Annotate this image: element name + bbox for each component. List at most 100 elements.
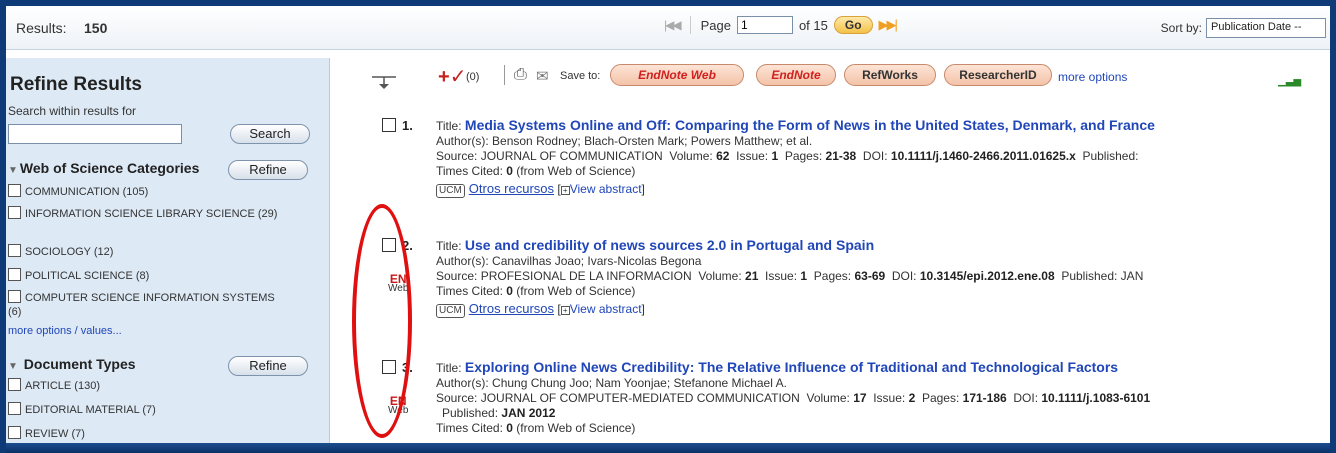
email-icon[interactable]: ✉	[536, 67, 549, 85]
next-page-icon[interactable]: ▶▶|	[879, 17, 898, 33]
results-topbar: Results: 150 |◀◀ Page of 15 Go ▶▶| Sort …	[6, 6, 1330, 50]
record-times-cited: Times Cited: 0 (from Web of Science)	[436, 421, 1336, 436]
doi-label: DOI:	[1013, 391, 1039, 405]
volume-label: Volume:	[806, 391, 850, 405]
pages-label: Pages:	[784, 149, 823, 163]
published-label: Published:	[442, 406, 499, 420]
facet-checkbox[interactable]	[8, 244, 21, 257]
go-button[interactable]: Go	[833, 16, 873, 34]
ucm-icon[interactable]: UCM	[436, 304, 465, 318]
facet-item-label: COMPUTER SCIENCE INFORMATION SYSTEMS (6)	[8, 292, 275, 318]
sort-select[interactable]: Publication Date --	[1206, 18, 1326, 38]
analyze-results-icon[interactable]: ▁▃▅	[1278, 76, 1301, 87]
results-toolbar: +✓ (0) ⎙ ✉ Save to: EndNote Web EndNote …	[370, 62, 1328, 90]
otros-recursos-link[interactable]: Otros recursos	[469, 301, 554, 316]
search-button[interactable]: Search	[230, 124, 310, 144]
save-to-label: Save to:	[560, 70, 601, 82]
facet-item[interactable]: ARTICLE (130)	[8, 378, 308, 393]
results-label: Results:	[16, 20, 67, 36]
pages-value: 63-69	[854, 269, 886, 283]
expand-triangle-icon: ▼	[8, 361, 18, 372]
doi-label: DOI:	[862, 149, 888, 163]
source-value: JOURNAL OF COMMUNICATION	[480, 149, 663, 163]
search-within-input[interactable]	[8, 124, 182, 144]
first-page-icon[interactable]: |◀◀	[664, 18, 682, 32]
facet-item[interactable]: COMPUTER SCIENCE INFORMATION SYSTEMS (6)	[8, 290, 278, 319]
record-title-line: Title: Use and credibility of news sourc…	[436, 238, 1336, 254]
expand-plus-icon[interactable]: +	[560, 186, 570, 195]
record-authors: Author(s): Canavilhas Joao; Ivars-Nicola…	[436, 254, 1336, 269]
facet-checkbox[interactable]	[8, 426, 21, 439]
refine-categories-button[interactable]: Refine	[228, 160, 308, 180]
facet-item[interactable]: COMMUNICATION (105)	[8, 184, 308, 199]
facet-checkbox[interactable]	[8, 378, 21, 391]
published-label: Published: JAN	[1061, 269, 1144, 283]
record-number: 1.	[402, 118, 413, 133]
record-title-line: Title: Exploring Online News Credibility…	[436, 360, 1336, 376]
expand-triangle-icon: ▼	[8, 165, 18, 176]
endnote-button[interactable]: EndNote	[756, 64, 836, 86]
pages-label: Pages:	[813, 269, 852, 283]
facet-checkbox[interactable]	[8, 268, 21, 281]
issue-value: 1	[771, 149, 779, 163]
doi-value: 10.1111/j.1460-2466.2011.01625.x	[890, 149, 1076, 163]
record-title[interactable]: Exploring Online News Credibility: The R…	[465, 359, 1118, 375]
view-abstract-link[interactable]: View abstract	[570, 182, 642, 196]
source-label: Source:	[436, 269, 478, 283]
print-icon[interactable]: ⎙	[514, 66, 527, 84]
window-frame-bottom	[0, 443, 1336, 453]
facet-item-label: COMMUNICATION (105)	[25, 186, 149, 198]
record-title[interactable]: Media Systems Online and Off: Comparing …	[465, 117, 1155, 133]
title-label: Title:	[436, 239, 462, 253]
facet-checkbox[interactable]	[8, 206, 21, 219]
facet-item[interactable]: REVIEW (7)	[8, 426, 308, 441]
otros-recursos-link[interactable]: Otros recursos	[469, 181, 554, 196]
sort-label: Sort by:	[1160, 21, 1202, 35]
volume-label: Volume:	[698, 269, 742, 283]
record-times-cited: Times Cited: 0 (from Web of Science)	[436, 284, 1336, 299]
facet-heading-document-types[interactable]: ▼ Document Types	[8, 356, 136, 372]
authors-value: Benson Rodney; Blach-Orsten Mark; Powers…	[492, 134, 813, 148]
facet-item-label: REVIEW (7)	[25, 428, 85, 440]
doi-value: 10.1111/j.1083-6101	[1041, 391, 1151, 405]
facet-item[interactable]: POLITICAL SCIENCE (8)	[8, 268, 308, 283]
record-source: Source: JOURNAL OF COMPUTER-MEDIATED COM…	[436, 391, 1336, 406]
endnote-web-label: EndNote	[638, 68, 688, 82]
published-label: Published:	[1082, 149, 1139, 163]
record-authors: Author(s): Benson Rodney; Blach-Orsten M…	[436, 134, 1336, 149]
search-within-label: Search within results for	[8, 104, 137, 118]
facet-item[interactable]: INFORMATION SCIENCE LIBRARY SCIENCE (29)	[8, 206, 308, 221]
record-checkbox[interactable]	[382, 118, 396, 132]
source-value: JOURNAL OF COMPUTER-MEDIATED COMMUNICATI…	[480, 391, 800, 405]
facet-checkbox[interactable]	[8, 402, 21, 415]
facet-item[interactable]: SOCIOLOGY (12)	[8, 244, 308, 259]
select-all-arrow-icon[interactable]	[370, 74, 400, 90]
from-wos: (from Web of Science)	[516, 421, 636, 435]
issue-value: 1	[800, 269, 808, 283]
refine-document-types-button[interactable]: Refine	[228, 356, 308, 376]
sort-control: Sort by: Publication Date --	[1161, 18, 1326, 38]
researcherid-button[interactable]: ResearcherID	[944, 64, 1052, 86]
add-to-marked-list-icon[interactable]: +✓	[438, 64, 466, 89]
endnote-web-button[interactable]: EndNote Web	[610, 64, 744, 86]
more-options-link[interactable]: more options	[1058, 70, 1127, 84]
expand-plus-icon[interactable]: +	[560, 306, 570, 315]
view-abstract-link[interactable]: View abstract	[570, 302, 642, 316]
facet-checkbox[interactable]	[8, 290, 21, 303]
issue-label: Issue:	[765, 269, 798, 283]
facet-checkbox[interactable]	[8, 184, 21, 197]
record-authors: Author(s): Chung Chung Joo; Nam Yoonjae;…	[436, 376, 1336, 391]
facet-heading-categories[interactable]: ▼ Web of Science Categories	[8, 160, 199, 176]
record-title[interactable]: Use and credibility of news sources 2.0 …	[465, 237, 874, 253]
refworks-button[interactable]: RefWorks	[844, 64, 936, 86]
more-options-link[interactable]: more options / values...	[8, 325, 122, 337]
record-times-cited: Times Cited: 0 (from Web of Science)	[436, 164, 1336, 179]
facet-item[interactable]: EDITORIAL MATERIAL (7)	[8, 402, 308, 417]
results-count: 150	[84, 20, 108, 36]
times-cited-value: 0	[506, 421, 513, 435]
times-cited-label: Times Cited:	[436, 284, 503, 298]
page-number-input[interactable]	[736, 16, 793, 34]
facet-item-label: POLITICAL SCIENCE (8)	[25, 270, 150, 282]
ucm-icon[interactable]: UCM	[436, 184, 465, 198]
volume-value: 17	[853, 391, 867, 405]
